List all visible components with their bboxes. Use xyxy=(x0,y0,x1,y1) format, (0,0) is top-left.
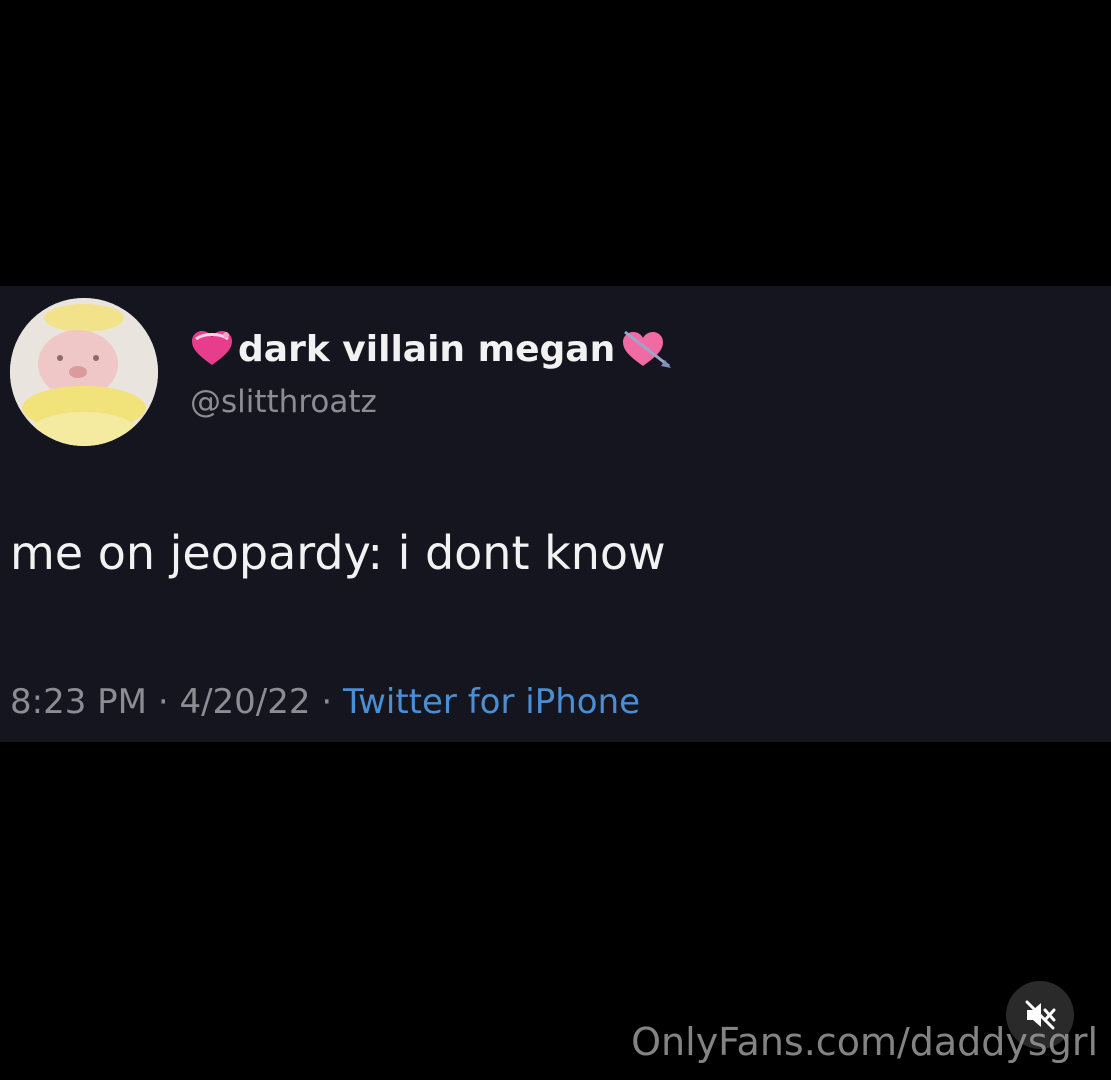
plush-toy-avatar-icon xyxy=(10,298,158,446)
heart-with-ribbon-icon xyxy=(192,331,232,365)
tweet-date[interactable]: 4/20/22 xyxy=(179,682,310,722)
author-display-name[interactable]: dark villain megan xyxy=(238,329,615,370)
author-name-row: dark villain megan xyxy=(190,324,673,374)
tweet-metadata: 8:23 PM · 4/20/22 · Twitter for iPhone xyxy=(10,682,640,722)
avatar[interactable] xyxy=(10,298,158,446)
heart-with-arrow-icon xyxy=(623,330,672,368)
video-frame: dark villain megan @slitthroatz me on je… xyxy=(0,0,1111,1080)
meta-separator: · xyxy=(157,682,169,722)
watermark-text: OnlyFans.com/daddysgrl xyxy=(631,1020,1098,1064)
meta-separator: · xyxy=(321,682,333,722)
tweet-source-link[interactable]: Twitter for iPhone xyxy=(343,682,640,722)
author-handle[interactable]: @slitthroatz xyxy=(190,384,377,420)
tweet-time[interactable]: 8:23 PM xyxy=(10,682,147,722)
tweet-card: dark villain megan @slitthroatz me on je… xyxy=(0,286,1111,742)
tweet-text: me on jeopardy: i dont know xyxy=(10,526,666,580)
